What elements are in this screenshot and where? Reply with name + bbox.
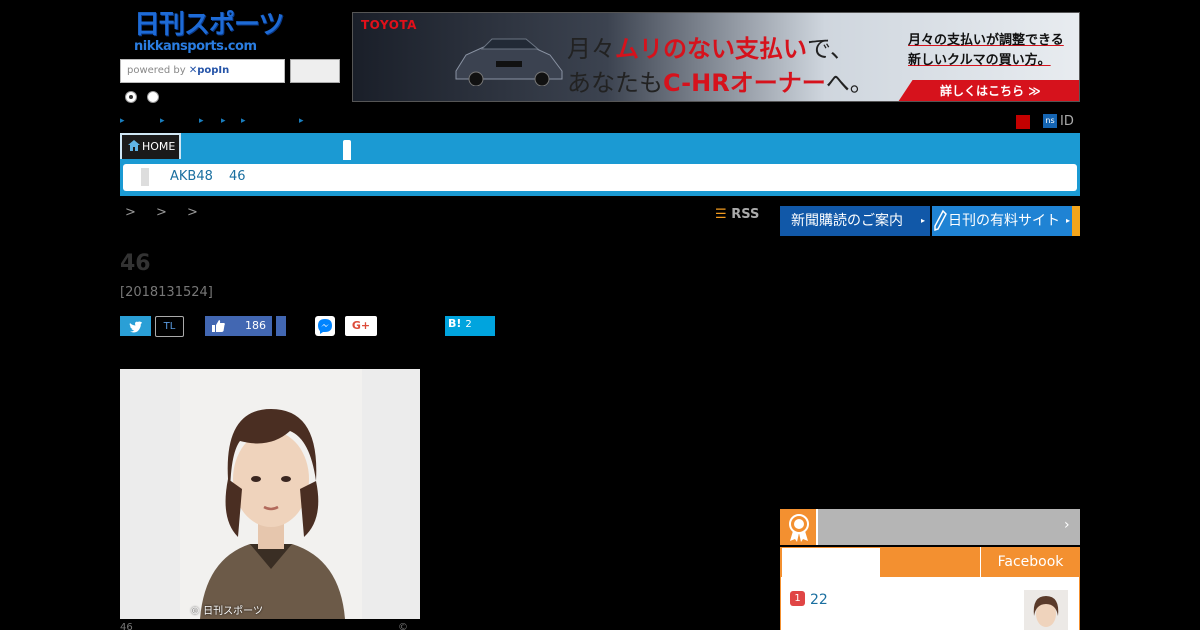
ranking-tab-facebook[interactable]: Facebook (980, 547, 1080, 577)
article-date: [2018131524] (120, 285, 213, 300)
ad-headline-2: あなたもC-HRオーナーへ。 (567, 69, 874, 97)
search-input[interactable]: powered by ✕popIn (120, 59, 285, 83)
facebook-like-button[interactable]: 186 (205, 316, 272, 336)
paid-sites-button[interactable]: 日刊の有料サイト ▸ (932, 206, 1080, 236)
paid-sites-label: 日刊の有料サイト (948, 213, 1060, 229)
top-link-3[interactable]: ▸ (199, 116, 204, 126)
search-placeholder-brand: ✕popIn (188, 65, 230, 76)
ad-brand: TOYOTA (361, 18, 417, 32)
ranking-more-arrow-icon[interactable]: › (1064, 517, 1070, 533)
hatena-label: B! (448, 317, 462, 330)
rss-icon: ☰ (715, 207, 727, 222)
share-hatena-button[interactable]: B! 2 (445, 316, 495, 336)
ad-headline-1: 月々ムリのない支払いで、 (567, 35, 855, 63)
car-image (455, 38, 563, 86)
portrait-image (180, 369, 362, 619)
top-link-1[interactable]: ▸ (120, 116, 125, 126)
share-googleplus-button[interactable]: G+ (345, 316, 377, 336)
sub-nav-marker (141, 168, 149, 186)
search-scope-radio-web[interactable] (147, 91, 159, 103)
thumbs-up-icon (212, 320, 225, 332)
home-icon (128, 140, 140, 151)
ranking-item-thumbnail[interactable] (1024, 590, 1068, 630)
facebook-share-button[interactable] (276, 316, 286, 336)
rss-link[interactable]: ☰ RSS (715, 207, 759, 222)
ranking-header[interactable] (780, 509, 1080, 545)
hatena-count: 2 (465, 319, 472, 330)
ad-subcopy-1: 月々の支払いが調整できる (908, 33, 1064, 48)
red-square-icon[interactable] (1016, 115, 1030, 129)
paid-sites-arrow-icon: ▸ (1065, 216, 1070, 225)
share-messenger-button[interactable] (315, 316, 335, 336)
share-timeline-button[interactable]: TL (155, 316, 184, 337)
subscribe-label: 新聞購読のご案内 (791, 213, 903, 229)
top-link-4[interactable]: ▸ (221, 116, 226, 126)
nav-active-marker (343, 140, 351, 160)
sub-nav-bar (123, 164, 1077, 191)
ranking-number-badge: 1 (790, 591, 805, 606)
search-scope-radio-site[interactable] (125, 91, 137, 103)
sub-nav-item-akb48[interactable]: AKB48 (170, 169, 213, 184)
messenger-icon (318, 319, 332, 334)
top-link-2[interactable]: ▸ (160, 116, 165, 126)
top-link-5[interactable]: ▸ (241, 116, 246, 126)
ns-badge-icon[interactable]: ns (1043, 114, 1057, 128)
top-link-6[interactable]: ▸ (299, 116, 304, 126)
site-logo[interactable]: 日刊スポーツ nikkansports.com (134, 10, 286, 56)
photo-caption-copyright: © (398, 622, 408, 630)
pencil-icon (934, 209, 947, 232)
photo-credit: © 日刊スポーツ (190, 606, 263, 617)
ranking-item-link[interactable]: 22 (810, 592, 828, 608)
twitter-bird-icon (129, 321, 142, 333)
ad-cta-button[interactable]: 詳しくはこちら ≫ (898, 80, 1079, 101)
ad-subcopy-2: 新しいクルマの買い方。 (908, 53, 1051, 68)
id-login-link[interactable]: ID (1060, 114, 1074, 129)
photo-caption: 46 (120, 622, 133, 630)
subscribe-arrow-icon: ▸ (920, 216, 925, 225)
search-button[interactable] (290, 59, 340, 83)
medal-svg (789, 514, 809, 542)
breadcrumb[interactable]: > > > (125, 205, 206, 220)
logo-sub-text: nikkansports.com (134, 39, 257, 54)
rss-label: RSS (731, 207, 760, 222)
subscribe-button[interactable]: 新聞購読のご案内 ▸ (780, 206, 930, 236)
ranking-medal-icon (780, 509, 818, 545)
like-count: 186 (245, 319, 266, 332)
article-photo[interactable] (120, 369, 420, 619)
share-twitter-button[interactable] (120, 316, 151, 336)
thumbnail-portrait (1024, 590, 1068, 630)
search-placeholder-prefix: powered by (127, 65, 189, 76)
logo-main-text: 日刊スポーツ (134, 10, 284, 40)
ranking-tab-active[interactable] (782, 548, 880, 579)
ad-banner[interactable]: TOYOTA 月々ムリのない支払いで、 あなたもC-HRオーナーへ。 月々の支払… (352, 12, 1080, 102)
article-title: 46 (120, 251, 151, 276)
sub-nav-item-46[interactable]: 46 (229, 169, 246, 184)
